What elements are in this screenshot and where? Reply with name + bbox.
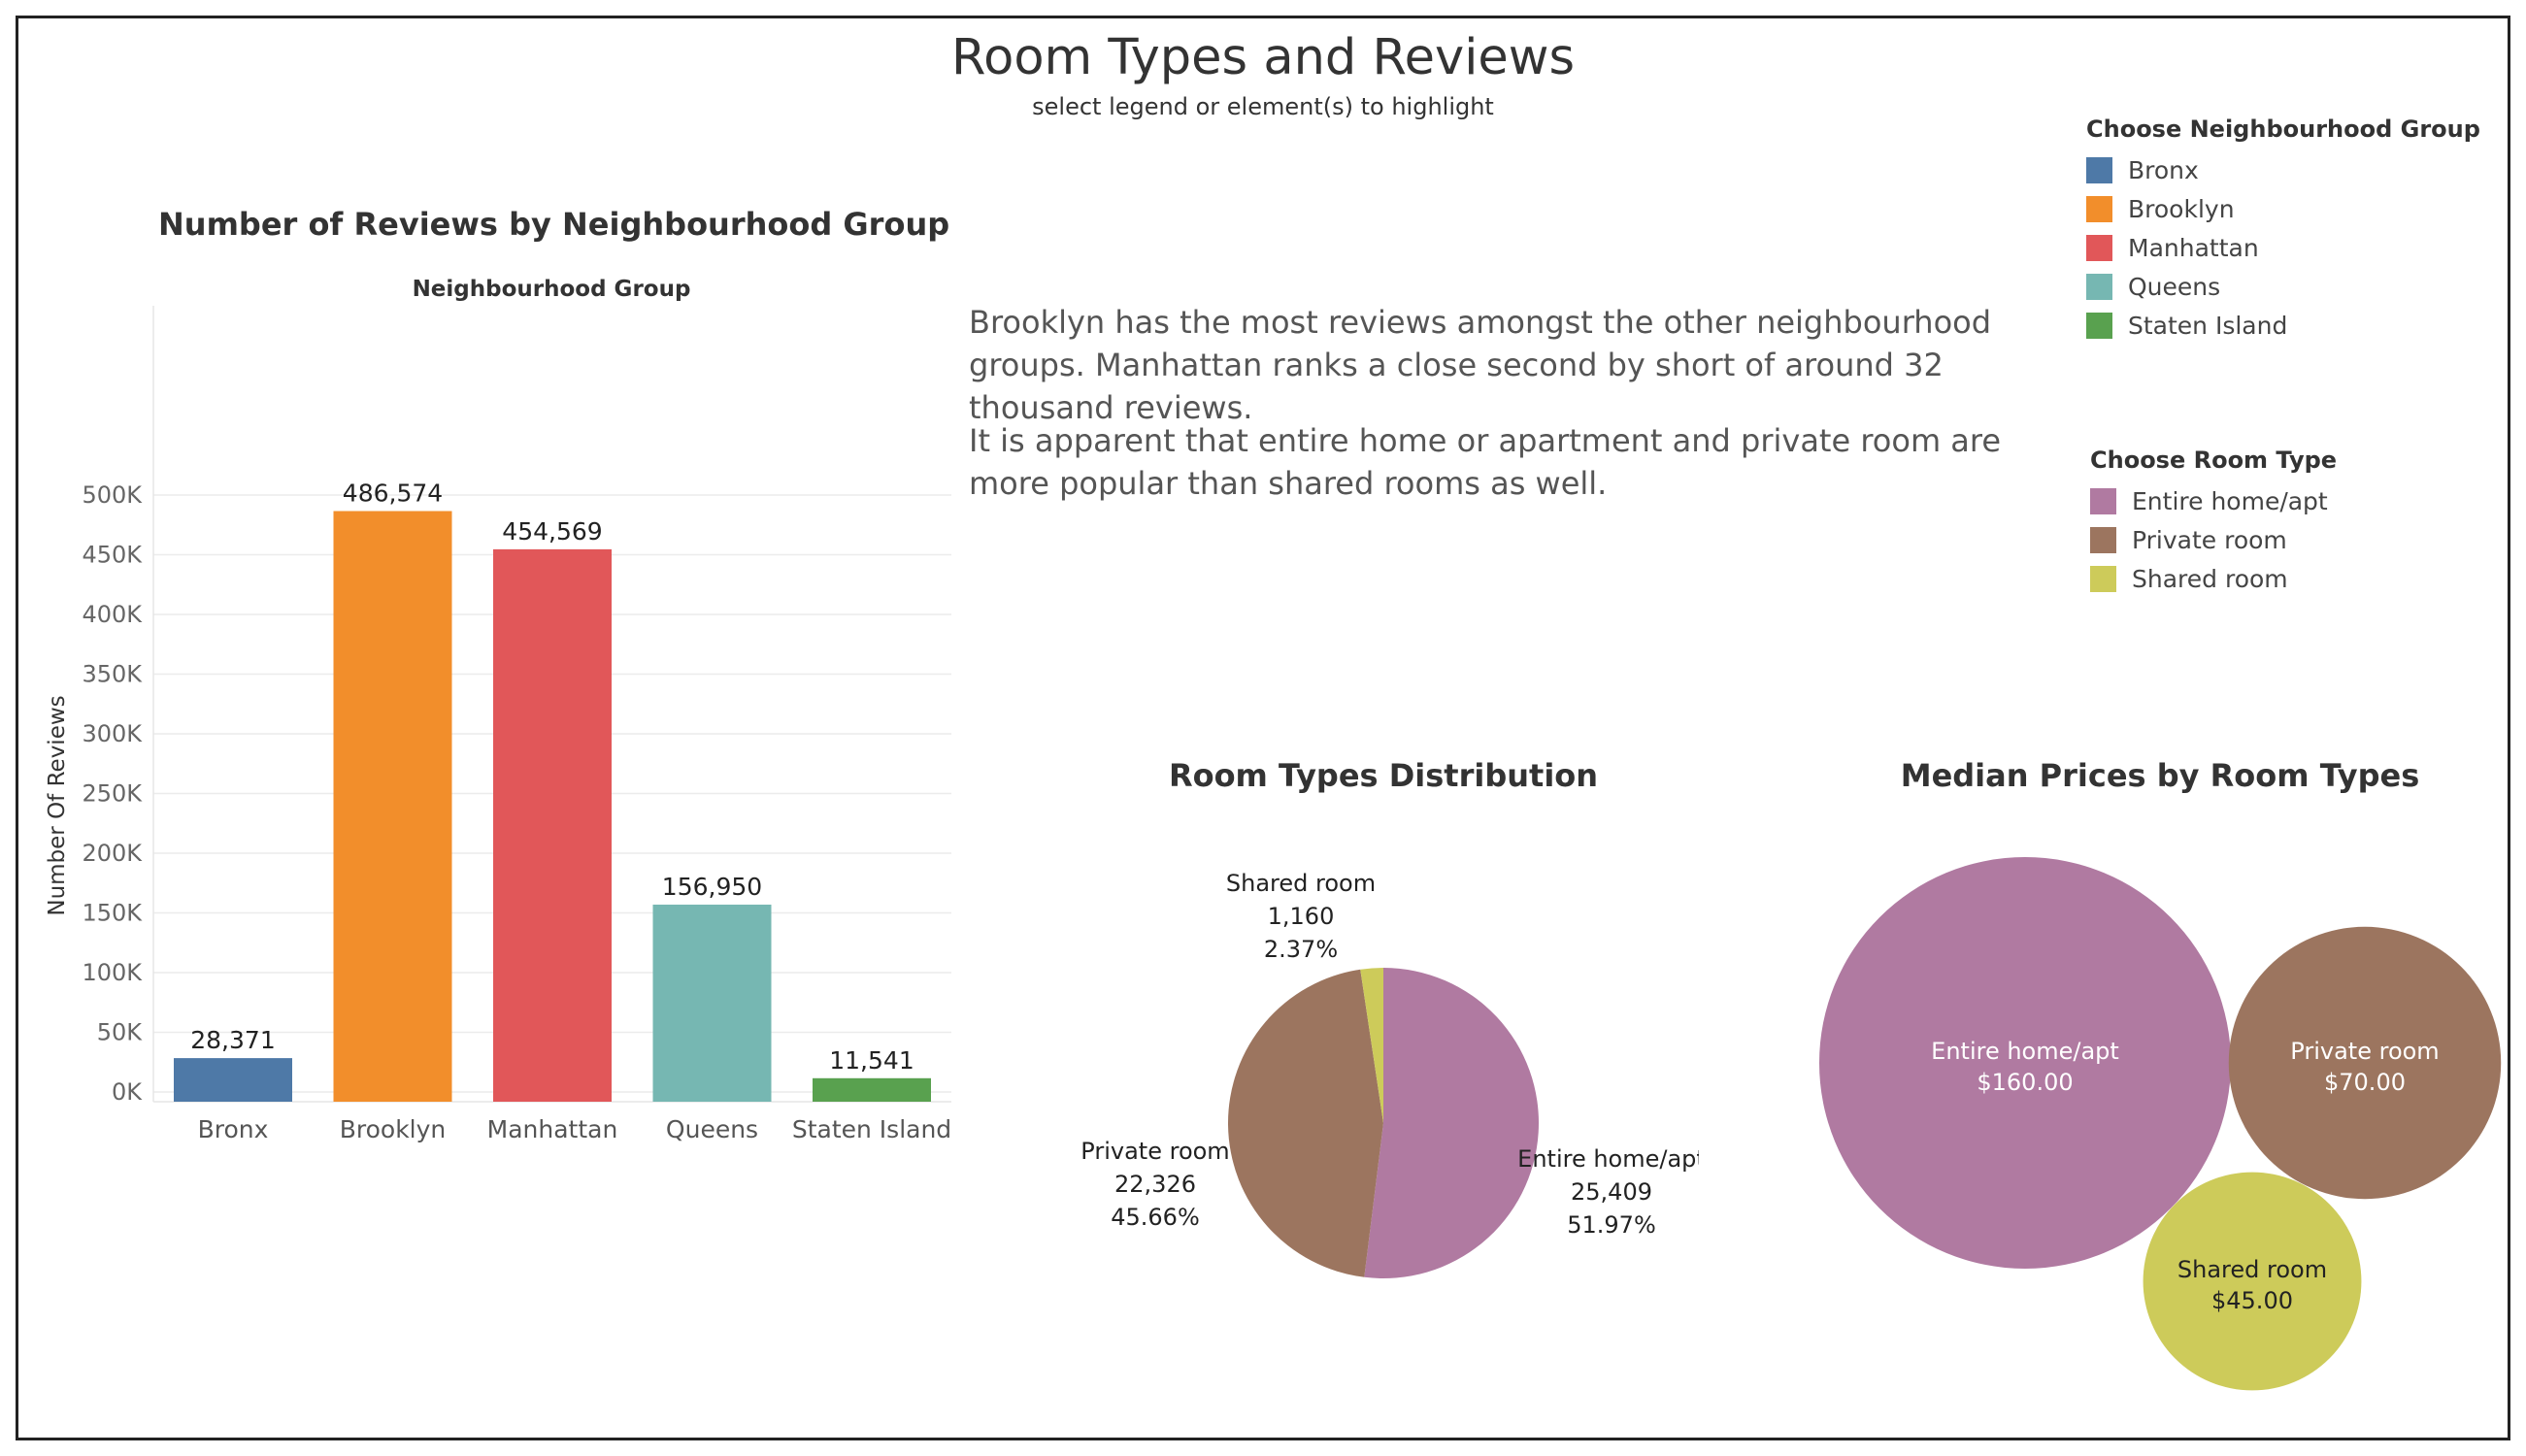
bar-queens[interactable] — [652, 904, 772, 1102]
pie-slice-private-room[interactable] — [1227, 969, 1383, 1277]
bubble-label: Shared room — [2177, 1256, 2327, 1283]
legend-label: Entire home/apt — [2132, 486, 2328, 515]
dashboard-title: Room Types and Reviews — [950, 29, 1576, 86]
legend-label: Staten Island — [2128, 311, 2288, 340]
bar-value-label: 11,541 — [829, 1046, 914, 1075]
legend-item-entire-home[interactable]: Entire home/apt — [2090, 481, 2337, 520]
pie-slice-label: 51.97% — [1567, 1211, 1656, 1239]
bar-x-tick-label: Brooklyn — [340, 1115, 447, 1143]
legend-item-queens[interactable]: Queens — [2086, 267, 2480, 306]
legend-item-shared-room[interactable]: Shared room — [2090, 559, 2337, 598]
bar-brooklyn[interactable] — [333, 511, 452, 1102]
bar-chart-title: Number of Reviews by Neighbourhood Group — [158, 206, 950, 243]
bar-bronx[interactable] — [174, 1058, 292, 1102]
legend-label: Private room — [2132, 525, 2287, 554]
pie-slice-label: Private room — [1080, 1138, 1229, 1165]
legend-item-manhattan[interactable]: Manhattan — [2086, 228, 2480, 267]
bar-y-tick-label: 200K — [82, 840, 143, 867]
bar-x-tick-label: Manhattan — [487, 1115, 618, 1143]
bubble-value-label: $70.00 — [2324, 1069, 2406, 1096]
bar-value-label: 486,574 — [343, 480, 443, 508]
pie-slice-label: Entire home/apt — [1517, 1145, 1699, 1173]
legend-item-bronx[interactable]: Bronx — [2086, 150, 2480, 189]
staten-island-swatch — [2086, 312, 2112, 339]
entire-home-swatch — [2090, 487, 2116, 514]
bar-y-tick-label: 0K — [112, 1078, 143, 1106]
legend-label: Bronx — [2128, 155, 2199, 184]
pie-slice-label: 45.66% — [1111, 1204, 1200, 1231]
room-type-legend: Choose Room Type Entire home/apt Private… — [2090, 447, 2337, 598]
manhattan-swatch — [2086, 234, 2112, 261]
legend-label: Queens — [2128, 272, 2221, 301]
bar-y-tick-label: 450K — [82, 542, 143, 569]
bubble-label: Entire home/apt — [1931, 1038, 2119, 1065]
bar-y-tick-label: 150K — [82, 900, 143, 927]
pie-chart: Entire home/apt 25,409 51.97% Private room 2… — [1080, 870, 1699, 1278]
room-type-legend-title: Choose Room Type — [2090, 447, 2338, 474]
pie-slice-label: 2.37% — [1264, 936, 1338, 963]
bubble-value-label: $160.00 — [1977, 1069, 2073, 1096]
bar-value-label: 156,950 — [662, 873, 762, 901]
pie-slice-label: Shared room — [1226, 870, 1376, 897]
bar-y-tick-label: 350K — [82, 661, 143, 688]
bar-y-tick-label: 400K — [82, 601, 143, 628]
bar-column-header: Neighbourhood Group — [413, 277, 691, 302]
bar-y-tick-label: 100K — [82, 959, 143, 986]
bar-staten-island[interactable] — [813, 1077, 931, 1102]
legend-label: Shared room — [2132, 564, 2288, 593]
pie-chart-title: Room Types Distribution — [1168, 757, 1599, 794]
private-room-swatch — [2090, 526, 2116, 553]
legend-label: Brooklyn — [2128, 194, 2235, 223]
bubble-value-label: $45.00 — [2211, 1287, 2293, 1314]
queens-swatch — [2086, 273, 2112, 300]
pie-slice-label: 25,409 — [1571, 1178, 1652, 1206]
bar-chart: Neighbourhood Group Number Of Reviews 0K… — [45, 277, 951, 1143]
bubble-chart: Entire home/apt $160.00 Private room $70.00… — [1819, 857, 2502, 1391]
legend-label: Manhattan — [2128, 233, 2259, 262]
narrative-paragraph-1: Brooklyn has the most reviews amongst th… — [969, 304, 1992, 426]
bar-manhattan[interactable] — [493, 548, 612, 1102]
bubble-chart-title: Median Prices by Room Types — [1900, 757, 2420, 794]
bubble-label: Private room — [2290, 1038, 2439, 1065]
bar-x-tick-label: Queens — [666, 1115, 758, 1143]
neighbourhood-legend: Choose Neighbourhood Group Bronx Brookly… — [2086, 116, 2480, 345]
legend-item-private-room[interactable]: Private room — [2090, 520, 2337, 559]
pie-slice-label: 1,160 — [1268, 903, 1335, 930]
pie-slice-entire-home-apt[interactable] — [1364, 968, 1539, 1278]
brooklyn-swatch — [2086, 195, 2112, 222]
pie-slice-label: 22,326 — [1114, 1171, 1196, 1198]
bar-y-tick-label: 500K — [82, 481, 143, 509]
bar-x-tick-label: Staten Island — [792, 1115, 951, 1143]
legend-item-brooklyn[interactable]: Brooklyn — [2086, 189, 2480, 228]
narrative-paragraph-2: It is apparent that entire home or apart… — [969, 422, 2002, 502]
neighbourhood-legend-title: Choose Neighbourhood Group — [2086, 116, 2480, 143]
shared-room-swatch — [2090, 565, 2116, 592]
legend-item-staten-island[interactable]: Staten Island — [2086, 306, 2480, 345]
bar-value-label: 28,371 — [190, 1026, 275, 1054]
bar-y-tick-label: 250K — [82, 780, 143, 808]
bronx-swatch — [2086, 156, 2112, 183]
bar-x-tick-label: Bronx — [198, 1115, 269, 1143]
bar-y-tick-label: 50K — [97, 1019, 144, 1046]
bar-value-label: 454,569 — [502, 517, 602, 546]
bar-y-tick-label: 300K — [82, 720, 143, 747]
bar-y-axis-label: Number Of Reviews — [45, 695, 70, 915]
